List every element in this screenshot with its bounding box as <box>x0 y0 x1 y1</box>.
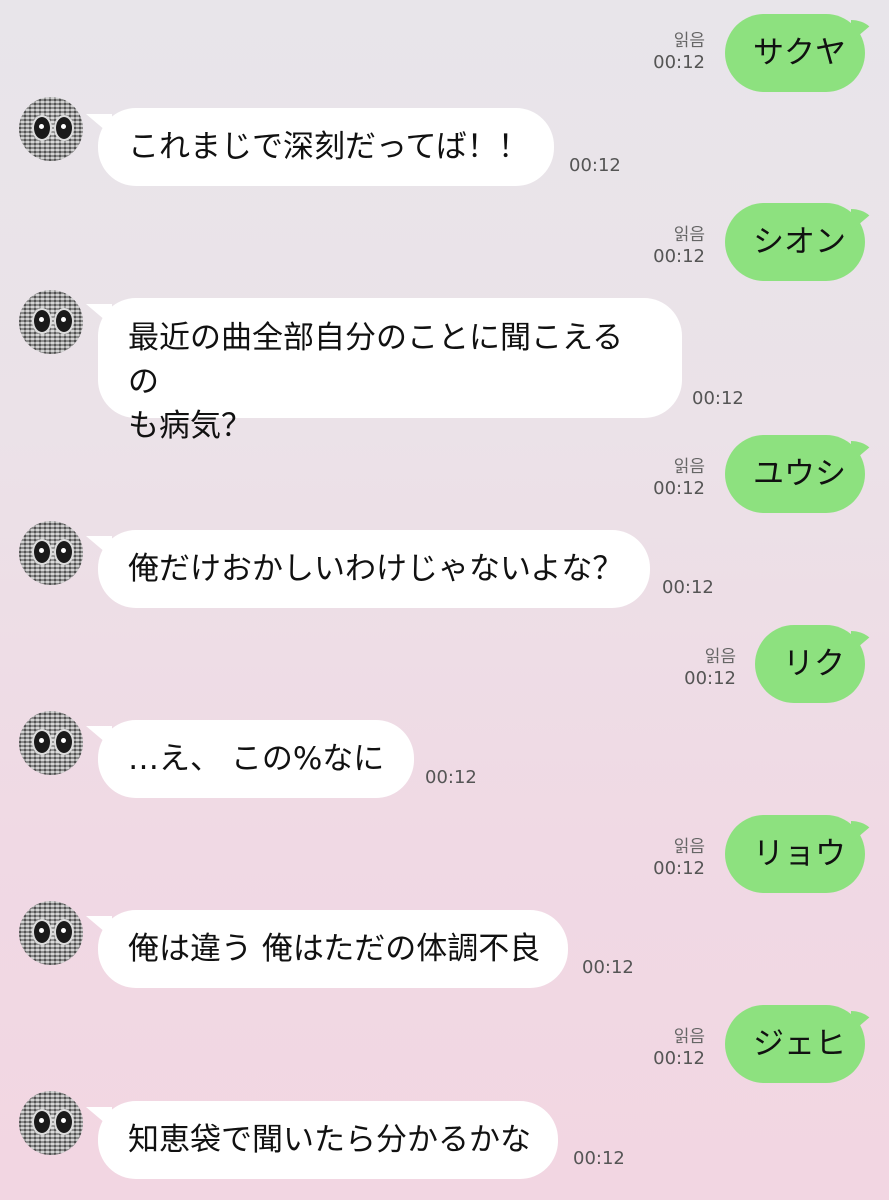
read-receipt: 읽음 <box>673 1027 705 1047</box>
read-receipt: 읽음 <box>673 225 705 245</box>
message-time: 00:12 <box>653 52 705 73</box>
outgoing-message-bubble[interactable]: シオン <box>725 203 865 281</box>
read-receipt: 읽음 <box>704 647 736 667</box>
message-time: 00:12 <box>582 957 634 978</box>
avatar-icon[interactable] <box>19 901 83 965</box>
avatar-icon[interactable] <box>19 521 83 585</box>
incoming-message-bubble[interactable]: …え、 この%なに <box>98 720 414 798</box>
message-time: 00:12 <box>425 767 477 788</box>
message-line: も病気？ <box>128 408 252 444</box>
read-receipt: 읽음 <box>673 457 705 477</box>
avatar-icon[interactable] <box>19 1091 83 1155</box>
incoming-message-bubble[interactable]: 知恵袋で聞いたら分かるかな <box>98 1101 558 1179</box>
message-meta: 읽음 00:12 <box>653 224 705 268</box>
outgoing-message-bubble[interactable]: リョウ <box>725 815 865 893</box>
incoming-message-bubble[interactable]: 俺だけおかしいわけじゃないよな？ <box>98 530 650 608</box>
avatar-icon[interactable] <box>19 97 83 161</box>
message-time: 00:12 <box>573 1148 625 1169</box>
outgoing-message-bubble[interactable]: ユウシ <box>725 435 865 513</box>
message-meta: 읽음 00:12 <box>653 1026 705 1070</box>
read-receipt: 읽음 <box>673 31 705 51</box>
incoming-message-bubble[interactable]: 俺は違う 俺はただの体調不良 <box>98 910 568 988</box>
outgoing-message-bubble[interactable]: サクヤ <box>725 14 865 92</box>
avatar-icon[interactable] <box>19 711 83 775</box>
avatar-icon[interactable] <box>19 290 83 354</box>
message-time: 00:12 <box>684 668 736 689</box>
message-time: 00:12 <box>692 388 744 409</box>
message-meta: 읽음 00:12 <box>653 456 705 500</box>
message-line: 最近の曲全部自分のことに聞こえるの <box>128 320 624 400</box>
outgoing-message-bubble[interactable]: ジェヒ <box>725 1005 865 1083</box>
message-time: 00:12 <box>653 246 705 267</box>
message-time: 00:12 <box>569 155 621 176</box>
message-time: 00:12 <box>653 1048 705 1069</box>
message-time: 00:12 <box>653 858 705 879</box>
message-meta: 읽음 00:12 <box>653 30 705 74</box>
message-time: 00:12 <box>662 577 714 598</box>
chat-log: 읽음 00:12 サクヤ これまじで深刻だってば！！ 00:12 읽음 00:1… <box>0 0 889 1200</box>
message-meta: 읽음 00:12 <box>653 836 705 880</box>
incoming-message-bubble[interactable]: 最近の曲全部自分のことに聞こえるの も病気？ <box>98 298 682 444</box>
message-meta: 읽음 00:12 <box>684 646 736 690</box>
outgoing-message-bubble[interactable]: リク <box>755 625 865 703</box>
incoming-message-bubble[interactable]: これまじで深刻だってば！！ <box>98 108 554 186</box>
read-receipt: 읽음 <box>673 837 705 857</box>
message-time: 00:12 <box>653 478 705 499</box>
